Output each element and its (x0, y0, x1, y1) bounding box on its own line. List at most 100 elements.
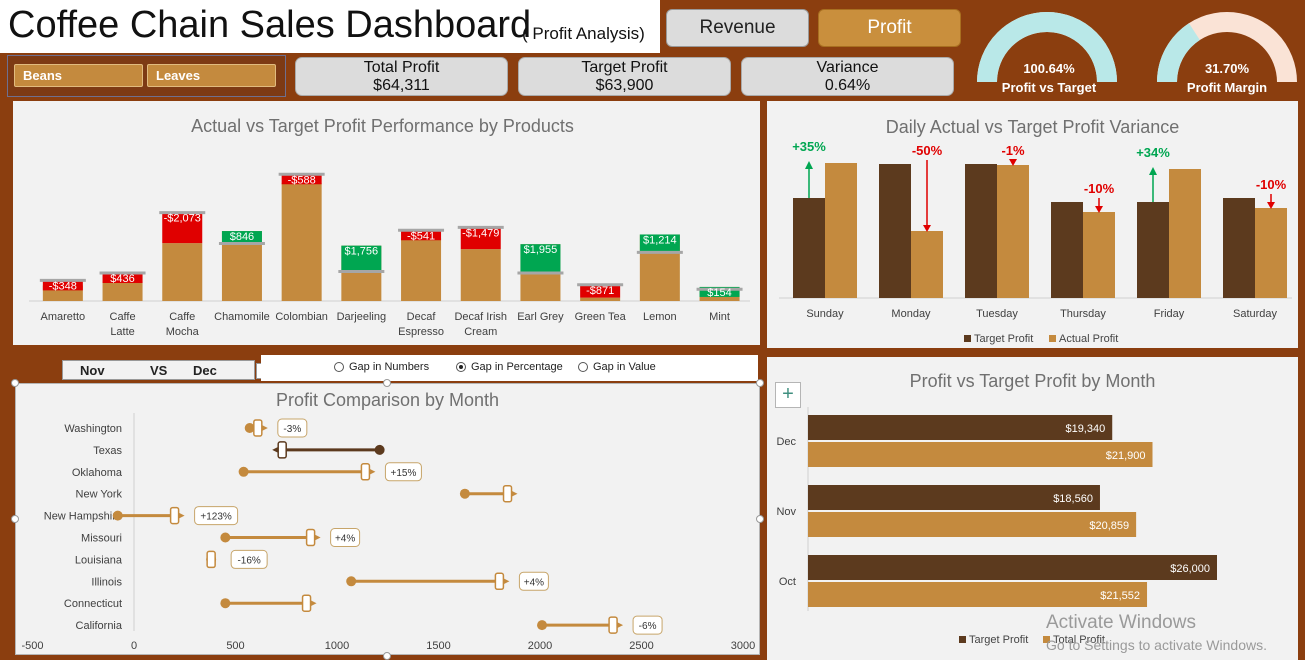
variance-label: -50% (912, 143, 943, 158)
actual-bar (281, 182, 322, 301)
resize-handle[interactable] (756, 379, 764, 387)
nov-point (346, 576, 357, 587)
resize-handle[interactable] (11, 515, 19, 523)
radio-label: Gap in Percentage (471, 361, 563, 373)
gap-label: +4% (335, 534, 355, 545)
resize-handle[interactable] (11, 379, 19, 387)
category-label: Friday (1154, 308, 1185, 320)
value-label: $21,552 (1100, 590, 1140, 602)
nov-point (220, 598, 231, 609)
legend-swatch (964, 335, 971, 342)
radio-label: Gap in Value (593, 361, 656, 373)
category-label: Thursday (1060, 308, 1106, 320)
legend-item: Target Profit (964, 333, 1033, 345)
category-label: Chamomile (214, 311, 270, 323)
x-tick-label: 500 (226, 640, 244, 652)
dec-point (169, 506, 180, 525)
gap-label: -16% (237, 555, 260, 566)
variance-label: $154 (707, 287, 731, 299)
x-tick-label: -500 (21, 640, 43, 652)
variance-label: $846 (230, 231, 254, 243)
month-comparison-chart: Washington -3% Texas Oklahoma +15% New York Ne… (21, 413, 755, 652)
radio-circle (456, 362, 466, 372)
state-label: Connecticut (64, 598, 122, 610)
target-bar (793, 198, 825, 298)
variance-label: $436 (110, 273, 134, 285)
actual-bar (825, 163, 857, 298)
nov-point (374, 444, 385, 455)
resize-handle[interactable] (383, 379, 391, 387)
gap-label: +123% (200, 512, 232, 523)
legend-swatch (1049, 335, 1056, 342)
x-tick-label: 2500 (629, 640, 653, 652)
actual-bar (1083, 212, 1115, 298)
category-label: Sunday (806, 308, 844, 320)
nov-point (112, 510, 123, 521)
variance-label: -$2,073 (164, 213, 201, 225)
value-label: $18,560 (1053, 493, 1093, 505)
category-label: Caffe Latte (110, 311, 136, 338)
actual-bar (401, 238, 442, 301)
legend-item: Actual Profit (1049, 333, 1118, 345)
variance-label: -1% (1001, 143, 1025, 158)
category-label: Earl Grey (517, 311, 564, 323)
slicer-item-beans[interactable]: Beans (14, 64, 143, 87)
actual-bar (808, 512, 1137, 537)
radio-circle (334, 362, 344, 372)
resize-handle[interactable] (756, 515, 764, 523)
nov-point (238, 466, 249, 477)
activation-watermark-title: Activate Windows (1046, 612, 1196, 633)
dec-point (277, 441, 287, 459)
target-bar (1051, 202, 1083, 298)
variance-label: -10% (1084, 181, 1115, 196)
daily-bar-chart: +35% Sunday -50% Monday -1% Tuesday -10% Thursd… (779, 139, 1292, 320)
variance-label: -$871 (586, 285, 614, 297)
dec-point (206, 550, 216, 569)
actual-bar (911, 231, 943, 298)
state-label: Oklahoma (72, 467, 123, 479)
arrow-head (1095, 206, 1103, 213)
variance-label: -10% (1256, 177, 1287, 192)
kpi-value: $63,900 (595, 77, 654, 94)
revenue-toggle-button[interactable]: Revenue (666, 9, 809, 47)
resize-handle[interactable] (383, 652, 391, 660)
period-dec: Dec (193, 363, 217, 378)
activation-watermark-text: Go to Settings to activate Windows. (1046, 637, 1267, 653)
arrow-head (805, 161, 813, 169)
target-bar (1223, 198, 1255, 298)
actual-bar (1255, 208, 1287, 298)
dec-point (608, 616, 618, 634)
variance-label: -$541 (407, 230, 435, 242)
variance-label: -$1,479 (462, 227, 499, 239)
period-vs: VS (150, 363, 168, 378)
variance-label: $1,214 (643, 234, 677, 246)
radio-gap-in-percentage[interactable]: Gap in Percentage (456, 361, 563, 373)
value-label: $19,340 (1065, 423, 1105, 435)
variance-label: +35% (792, 139, 826, 154)
kpi-label: Variance (816, 59, 879, 76)
x-tick-label: 1000 (325, 640, 349, 652)
legend-swatch (959, 636, 966, 643)
radio-gap-in-numbers[interactable]: Gap in Numbers (334, 361, 429, 373)
slicer-item-leaves[interactable]: Leaves (147, 64, 276, 87)
actual-bar (460, 249, 501, 301)
month-label: Oct (779, 576, 796, 588)
variance-label: $1,955 (524, 244, 558, 256)
target-bar (965, 164, 997, 298)
kpi-label: Target Profit (581, 59, 668, 76)
profit-toggle-button[interactable]: Profit (818, 9, 961, 47)
dec-point (494, 572, 505, 591)
kpi-value: 0.64% (824, 77, 871, 94)
kpi-target-profit: Target Profit $63,900 (518, 57, 731, 96)
gap-label: -3% (283, 424, 301, 435)
radio-gap-in-value[interactable]: Gap in Value (578, 361, 656, 373)
category-label: Decaf Espresso (398, 311, 444, 338)
x-tick-label: 0 (131, 640, 137, 652)
gauge-value: 31.70% (1204, 61, 1250, 76)
variance-label: +34% (1136, 145, 1170, 160)
target-bar (879, 164, 911, 298)
state-label: Washington (64, 423, 122, 435)
kpi-label: Total Profit (363, 59, 440, 76)
actual-bar (1169, 169, 1201, 298)
dec-point (305, 528, 316, 547)
